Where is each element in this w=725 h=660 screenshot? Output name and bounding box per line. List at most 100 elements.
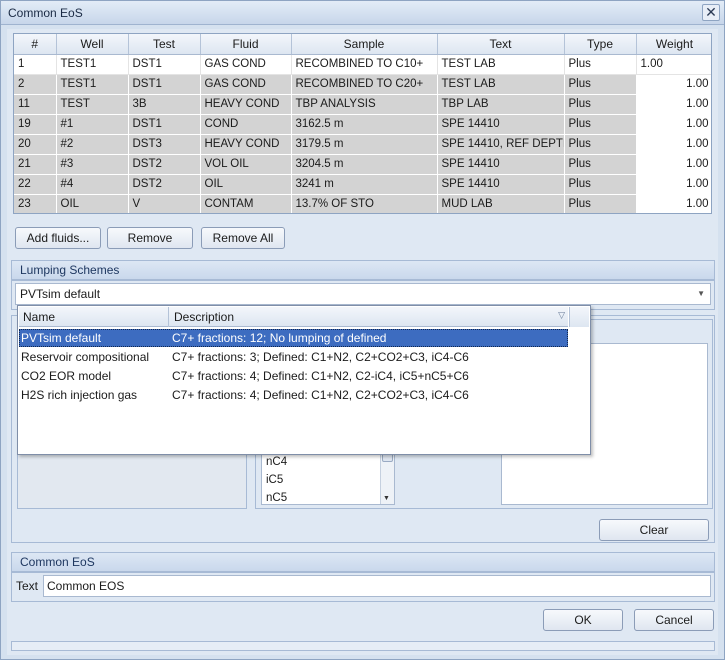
cell-weight[interactable]: 1.00 — [636, 114, 711, 135]
remove-button[interactable]: Remove — [107, 227, 193, 249]
cell-type: Plus — [564, 94, 637, 115]
lumping-scheme-dropdown[interactable]: Name Description ▽ PVTsim default C7+ fr… — [17, 305, 591, 455]
list-item[interactable]: H2S rich injection gas C7+ fractions: 4;… — [19, 386, 568, 404]
cell-sample: RECOMBINED TO C20+ — [291, 74, 438, 95]
column-header[interactable]: Sample — [291, 34, 438, 55]
status-bar — [11, 641, 715, 651]
table-row[interactable]: 19 #1 DST1 COND 3162.5 m SPE 14410 Plus … — [14, 114, 711, 135]
eos-text-value: Common EOS — [47, 579, 125, 593]
cell-well: TEST1 — [56, 54, 129, 75]
cell-number: 23 — [14, 194, 57, 213]
scheme-name: Reservoir compositional — [21, 350, 150, 364]
column-header[interactable]: Fluid — [200, 34, 292, 55]
list-item[interactable]: iC5 — [266, 474, 283, 486]
cell-well: #3 — [56, 154, 129, 175]
cell-well: #4 — [56, 174, 129, 195]
fluids-table: # Well Test Fluid Sample Text Type Weigh… — [14, 34, 711, 213]
cell-fluid: HEAVY COND — [200, 134, 292, 155]
column-header[interactable]: Weight — [636, 34, 711, 55]
scheme-description: C7+ fractions: 4; Defined: C1+N2, C2+CO2… — [172, 388, 469, 402]
scheme-name: CO2 EOR model — [21, 369, 112, 383]
cell-text: SPE 14410 — [437, 114, 565, 135]
cell-weight[interactable]: 1.00 — [636, 74, 711, 95]
cell-number: 11 — [14, 94, 57, 115]
close-icon[interactable]: ✕ — [702, 4, 720, 21]
column-header[interactable]: Well — [56, 34, 129, 55]
table-row[interactable]: 1 TEST1 DST1 GAS COND RECOMBINED TO C10+… — [14, 54, 711, 75]
cell-type: Plus — [564, 174, 637, 195]
column-header[interactable]: Test — [128, 34, 201, 55]
text-label: Text — [16, 579, 39, 593]
cell-text: TBP LAB — [437, 94, 565, 115]
title-bar: Common EoS ✕ — [1, 1, 724, 25]
table-row[interactable]: 11 TEST 3B HEAVY COND TBP ANALYSIS TBP L… — [14, 94, 711, 115]
cancel-button[interactable]: Cancel — [634, 609, 714, 631]
cell-sample: 3241 m — [291, 174, 438, 195]
table-row[interactable]: 23 OIL V CONTAM 13.7% OF STO MUD LAB Plu… — [14, 194, 711, 213]
cell-number: 22 — [14, 174, 57, 195]
cell-type: Plus — [564, 154, 637, 175]
cell-well: #2 — [56, 134, 129, 155]
cell-test: DST1 — [128, 114, 201, 135]
cell-test: DST2 — [128, 154, 201, 175]
table-row[interactable]: 2 TEST1 DST1 GAS COND RECOMBINED TO C20+… — [14, 74, 711, 95]
cell-fluid: GAS COND — [200, 74, 292, 95]
common-eos-header: Common EoS — [11, 552, 715, 572]
lumping-scheme-select[interactable]: PVTsim default ▼ — [15, 283, 711, 305]
cell-text: MUD LAB — [437, 194, 565, 213]
list-item[interactable]: nC5 — [266, 492, 287, 504]
cell-type: Plus — [564, 74, 637, 95]
column-header[interactable]: Description — [174, 310, 234, 324]
cell-test: V — [128, 194, 201, 213]
cell-test: DST3 — [128, 134, 201, 155]
cell-fluid: COND — [200, 114, 292, 135]
cell-text: SPE 14410 — [437, 154, 565, 175]
cell-sample: 3179.5 m — [291, 134, 438, 155]
list-item[interactable]: nC4 — [266, 456, 287, 468]
remove-all-button[interactable]: Remove All — [201, 227, 285, 249]
cell-weight[interactable]: 1.00 — [636, 154, 711, 175]
cell-weight[interactable]: 1.00 — [636, 194, 711, 213]
ok-button[interactable]: OK — [543, 609, 623, 631]
filter-icon[interactable]: ▽ — [558, 310, 565, 321]
list-item[interactable]: PVTsim default C7+ fractions: 12; No lum… — [19, 329, 568, 347]
grid-header-row: # Well Test Fluid Sample Text Type Weigh… — [14, 34, 711, 55]
lumping-scheme-value: PVTsim default — [20, 287, 101, 301]
list-item[interactable]: CO2 EOR model C7+ fractions: 4; Defined:… — [19, 367, 568, 385]
cell-test: DST1 — [128, 54, 201, 75]
chevron-down-icon[interactable]: ▼ — [697, 284, 705, 304]
scroll-down-icon[interactable]: ▼ — [383, 495, 390, 502]
cell-fluid: HEAVY COND — [200, 94, 292, 115]
cell-number: 20 — [14, 134, 57, 155]
cell-well: OIL — [56, 194, 129, 213]
cell-test: DST2 — [128, 174, 201, 195]
add-fluids-button[interactable]: Add fluids... — [15, 227, 101, 249]
cell-fluid: GAS COND — [200, 54, 292, 75]
column-header[interactable]: Name — [23, 310, 55, 324]
table-row[interactable]: 22 #4 DST2 OIL 3241 m SPE 14410 Plus 1.0… — [14, 174, 711, 195]
cell-well: TEST — [56, 94, 129, 115]
cell-weight[interactable]: 1.00 — [636, 94, 711, 115]
cell-type: Plus — [564, 54, 637, 75]
cell-text: TEST LAB — [437, 74, 565, 95]
column-header[interactable]: Type — [564, 34, 637, 55]
table-row[interactable]: 21 #3 DST2 VOL OIL 3204.5 m SPE 14410 Pl… — [14, 154, 711, 175]
cell-weight[interactable]: 1.00 — [636, 174, 711, 195]
scheme-description: C7+ fractions: 3; Defined: C1+N2, C2+CO2… — [172, 350, 469, 364]
cell-test: DST1 — [128, 74, 201, 95]
scheme-description: C7+ fractions: 12; No lumping of defined — [172, 331, 387, 345]
table-row[interactable]: 20 #2 DST3 HEAVY COND 3179.5 m SPE 14410… — [14, 134, 711, 155]
cell-text: SPE 14410 — [437, 174, 565, 195]
cell-number: 21 — [14, 154, 57, 175]
list-item[interactable]: Reservoir compositional C7+ fractions: 3… — [19, 348, 568, 366]
cell-sample: TBP ANALYSIS — [291, 94, 438, 115]
cell-type: Plus — [564, 134, 637, 155]
cell-weight[interactable]: 1.00 — [636, 54, 711, 75]
cell-weight[interactable]: 1.00 — [636, 134, 711, 155]
cell-sample: 3162.5 m — [291, 114, 438, 135]
clear-button[interactable]: Clear — [599, 519, 709, 541]
column-header[interactable]: Text — [437, 34, 565, 55]
column-header[interactable]: # — [14, 34, 57, 55]
cell-test: 3B — [128, 94, 201, 115]
eos-text-input[interactable]: Common EOS — [43, 575, 711, 597]
